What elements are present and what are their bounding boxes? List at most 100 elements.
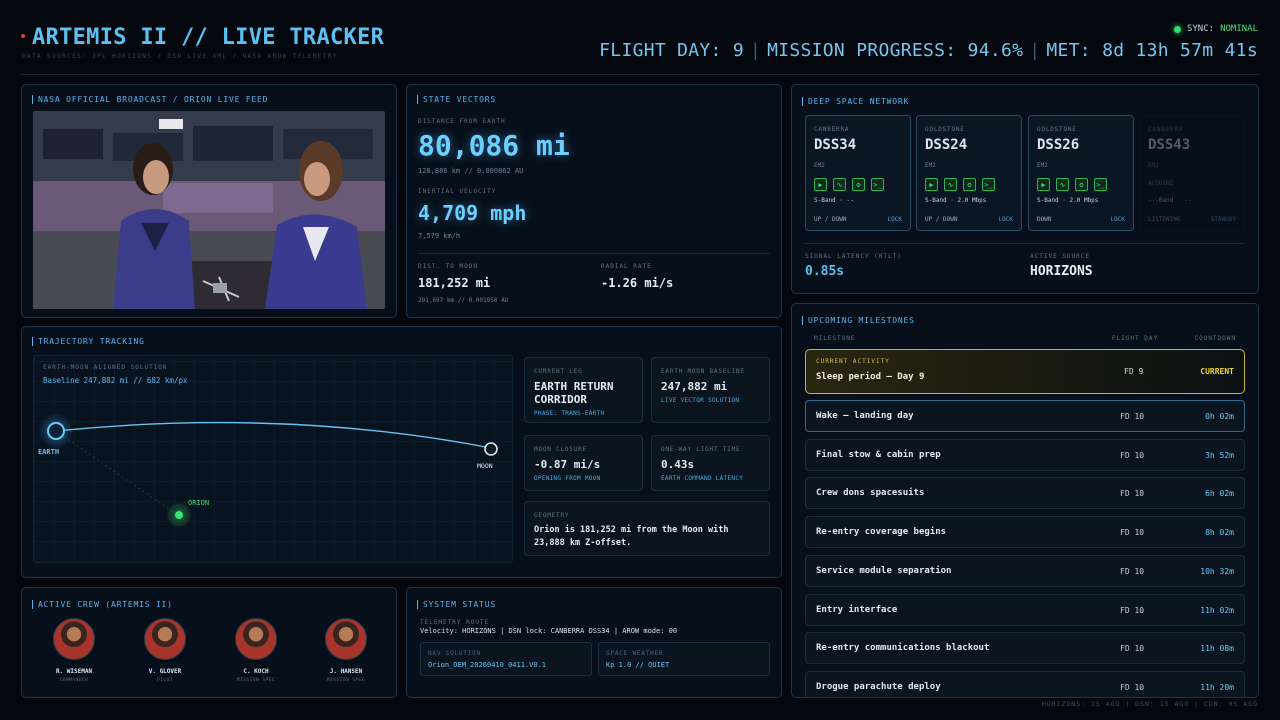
crew-member[interactable]: J. HANSEN MISSION SPEC [316, 618, 376, 683]
current-leg-card: CURRENT LEG EARTH RETURN CORRIDOR PHASE: … [524, 357, 643, 423]
trajectory-panel: TRAJECTORY TRACKING EARTH-MOON ALIGNED S… [21, 326, 782, 578]
station-direction: DOWN [1037, 216, 1052, 223]
crew-member[interactable]: V. GLOVER PILOT [135, 618, 195, 683]
divider [805, 243, 1245, 244]
station-status: LOCK [1110, 216, 1125, 223]
play-icon: ▶ [814, 178, 827, 191]
system-status-panel: SYSTEM STATUS TELEMETRY ROUTE Velocity: … [406, 587, 782, 698]
crew-member[interactable]: R. WISEMAN COMMANDER [44, 618, 104, 683]
crew-name: C. KOCH [243, 668, 269, 675]
geometry-text: Orion is 181,252 mi from the Moon with 2… [534, 524, 728, 550]
flight-day: FLIGHT DAY: 9 [599, 40, 744, 61]
moon-closure-sub: OPENING FROM MOON [534, 475, 601, 482]
dsn-station-card[interactable]: CANBERRA DSS34 EM2 ▶ ∿ ⚙ >_ S-Band · -- UP / DOW… [805, 115, 911, 231]
dsn-title: DEEP SPACE NETWORK [802, 97, 909, 106]
light-time-card: ONE-WAY LIGHT TIME 0.43s EARTH COMMAND L… [651, 435, 770, 491]
crew-name: R. WISEMAN [55, 668, 93, 675]
earth-label: EARTH [38, 448, 60, 456]
milestone-row[interactable]: Re-entry communications blackout FD 10 11h… [805, 632, 1245, 665]
dsn-station-card[interactable]: CANBERRA DSS43 EM2 ACQUIRE ---Band · -- LISTE… [1139, 115, 1245, 231]
station-band: S-Band · -- [814, 197, 854, 204]
station-spacecraft: EM2 [1148, 162, 1159, 169]
orion-offset-line [55, 430, 180, 517]
station-location: CANBERRA [814, 126, 850, 133]
sync-status: SYNC: NOMINAL [1173, 24, 1258, 34]
state-vectors-panel: STATE VECTORS DISTANCE FROM EARTH 80,086… [406, 84, 782, 318]
station-direction: UP / DOWN [925, 216, 958, 223]
milestone-name: Entry interface [816, 604, 898, 615]
milestone-countdown: 6h 02m [1205, 489, 1234, 499]
milestone-countdown: 11h 08m [1200, 644, 1234, 654]
station-band: S-Band · 2.0 Mbps [1037, 197, 1099, 204]
milestone-day: FD 10 [1120, 450, 1145, 460]
deep-space-network-panel: DEEP SPACE NETWORK CANBERRA DSS34 EM2 ▶ ∿ ⚙ >_… [791, 84, 1259, 294]
space-weather-value: Kp 1.0 // QUIET [606, 661, 670, 669]
station-name: DSS24 [925, 137, 968, 153]
station-spacecraft: EM2 [925, 162, 936, 169]
milestones-panel: UPCOMING MILESTONES MILESTONE FLIGHT DAY… [791, 303, 1259, 698]
baseline-card-label: EARTH-MOON BASELINE [661, 368, 745, 375]
station-extra: ACQUIRE [1148, 180, 1174, 187]
system-status-title: SYSTEM STATUS [417, 600, 496, 609]
gear-icon: ⚙ [963, 178, 976, 191]
dsn-station-card[interactable]: GOLDSTONE DSS24 EM2 ▶ ∿ ⚙ >_ S-Band · 2.0 Mbps U… [916, 115, 1022, 231]
current-leg-line-1: EARTH RETURN [534, 380, 614, 393]
divider [418, 253, 770, 254]
trajectory-map[interactable]: EARTH-MOON ALIGNED SOLUTION Baseline 247… [33, 355, 513, 563]
milestone-name: Crew dons spacesuits [816, 488, 925, 499]
milestone-row[interactable]: Re-entry coverage begins FD 10 8h 02m [805, 516, 1245, 549]
live-video-feed[interactable] [33, 111, 385, 309]
milestones-title: UPCOMING MILESTONES [802, 316, 915, 325]
milestone-countdown: 0h 02m [1205, 412, 1234, 421]
play-icon: ▶ [1037, 178, 1050, 191]
geometry-line-1: Orion is 181,252 mi from the Moon with [534, 525, 729, 535]
light-time-label: ONE-WAY LIGHT TIME [661, 446, 741, 453]
station-icons: ▶ ∿ ⚙ >_ [1037, 178, 1107, 191]
app-title: ARTEMIS II // LIVE TRACKER [32, 25, 385, 50]
space-weather-label: SPACE WEATHER [606, 650, 664, 657]
station-location: GOLDSTONE [1037, 126, 1077, 133]
baseline-card-sub: LIVE VECTOR SOLUTION [661, 397, 740, 404]
current-leg-value: EARTH RETURN CORRIDOR [534, 380, 613, 406]
geometry-line-2: 23,888 km Z-offset. [534, 538, 632, 548]
distance-label: DISTANCE FROM EARTH [418, 118, 506, 125]
milestone-countdown: 11h 02m [1200, 605, 1234, 615]
velocity-label: INERTIAL VELOCITY [418, 188, 497, 195]
mission-progress: MISSION PROGRESS: 94.6% [767, 40, 1024, 61]
geometry-card: GEOMETRY Orion is 181,252 mi from the Mo… [524, 501, 770, 556]
signal-latency-label: SIGNAL LATENCY (RTLT) [805, 253, 902, 260]
milestone-day: FD 10 [1120, 528, 1145, 538]
orion-marker[interactable] [175, 511, 183, 519]
station-status: LOCK [887, 216, 902, 223]
dsn-station-card[interactable]: GOLDSTONE DSS26 EM2 ▶ ∿ ⚙ >_ S-Band · 2.0 Mbps D… [1028, 115, 1134, 231]
data-freshness-footer: HORIZONS: 15 AGO | DSN: 15 AGO | CDN: 0S… [1041, 700, 1258, 708]
current-activity-name: Sleep period — Day 9 [816, 372, 925, 382]
milestone-name: Final stow & cabin prep [816, 449, 941, 460]
current-activity-row[interactable]: CURRENT ACTIVITY Sleep period — Day 9 FD… [805, 349, 1245, 394]
gear-icon: ⚙ [852, 178, 865, 191]
milestone-row[interactable]: Crew dons spacesuits FD 10 6h 02m [805, 477, 1245, 510]
milestone-row[interactable]: Entry interface FD 10 11h 02m [805, 593, 1245, 626]
milestone-name: Re-entry coverage begins [816, 527, 947, 538]
header-divider [20, 74, 1260, 75]
gear-icon: ⚙ [1075, 178, 1088, 191]
crew-member[interactable]: C. KOCH MISSION SPEC [226, 618, 286, 683]
station-name: DSS26 [1037, 137, 1080, 153]
milestone-row[interactable]: Final stow & cabin prep FD 10 3h 52m [805, 438, 1245, 471]
earth-marker[interactable] [47, 422, 65, 440]
station-location: GOLDSTONE [925, 126, 965, 133]
distance-sub: 128,886 km // 0.000862 AU [418, 167, 524, 175]
milestone-row[interactable]: Drogue parachute deploy FD 10 11h 20m [805, 670, 1245, 697]
avatar [144, 618, 186, 660]
sync-label: SYNC: [1186, 24, 1215, 34]
milestone-row[interactable]: Wake — landing day FD 10 0h 02m [805, 400, 1245, 432]
column-milestone: MILESTONE [814, 335, 856, 342]
milestone-row[interactable]: Service module separation FD 10 10h 32m [805, 554, 1245, 587]
station-spacecraft: EM2 [1037, 162, 1048, 169]
milestone-day: FD 10 [1120, 682, 1145, 692]
station-name: DSS43 [1148, 137, 1191, 153]
station-status: STANDBY [1210, 216, 1236, 223]
crew-role: MISSION SPEC [326, 678, 366, 683]
moon-marker[interactable] [484, 442, 498, 456]
terminal-icon: >_ [1094, 178, 1107, 191]
